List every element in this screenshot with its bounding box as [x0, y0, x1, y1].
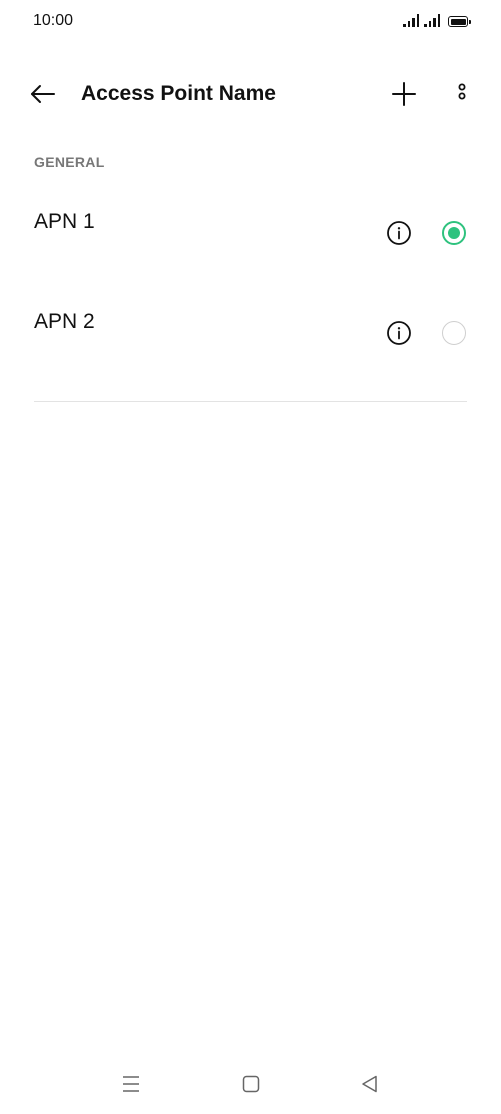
signal-icon	[403, 14, 419, 27]
apn-name: APN 1	[34, 210, 95, 233]
back-triangle-icon	[362, 1075, 377, 1093]
more-vertical-icon	[458, 83, 466, 100]
battery-icon	[448, 16, 471, 27]
plus-icon	[392, 82, 416, 106]
apn-list-item[interactable]: APN 2	[0, 300, 501, 400]
apn-name: APN 2	[34, 310, 95, 333]
app-bar: Access Point Name	[0, 70, 501, 118]
status-time: 10:00	[33, 12, 74, 29]
info-icon	[387, 321, 411, 345]
navigation-bar	[0, 1062, 501, 1106]
apn-info-button[interactable]	[386, 220, 412, 246]
signal-icon	[424, 14, 440, 27]
section-header-general: GENERAL	[34, 154, 105, 170]
status-bar: 10:00	[0, 0, 501, 44]
list-divider	[34, 401, 467, 402]
arrow-left-icon	[31, 85, 55, 103]
apn-info-button[interactable]	[386, 320, 412, 346]
home-square-icon	[242, 1075, 260, 1093]
status-icons	[403, 14, 471, 27]
nav-home-button[interactable]	[239, 1072, 263, 1096]
more-options-button[interactable]	[452, 80, 472, 108]
page-title: Access Point Name	[81, 82, 276, 105]
apn-radio-selected[interactable]	[442, 221, 466, 245]
add-button[interactable]	[390, 80, 418, 108]
nav-back-button[interactable]	[358, 1072, 382, 1096]
nav-recents-button[interactable]	[119, 1072, 143, 1096]
menu-icon	[123, 1076, 139, 1092]
info-icon	[387, 221, 411, 245]
apn-list-item[interactable]: APN 1	[0, 200, 501, 300]
back-button[interactable]	[28, 80, 58, 108]
apn-radio-unselected[interactable]	[442, 321, 466, 345]
